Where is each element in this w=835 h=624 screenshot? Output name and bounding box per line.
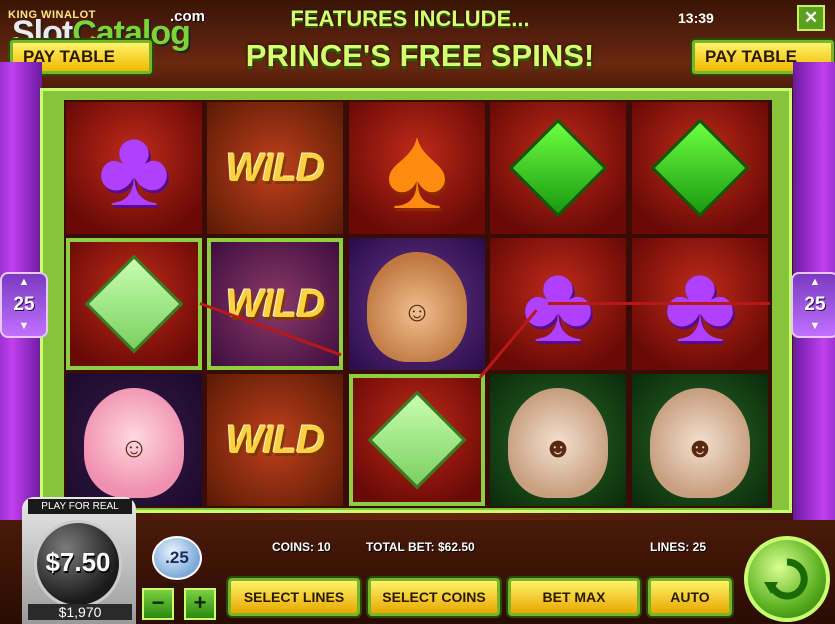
bet-max-button[interactable]: BET MAX: [508, 578, 640, 616]
arrow-down-icon: ▼: [18, 320, 30, 332]
reel4-row1-diamond: [490, 102, 626, 234]
spin-button[interactable]: [744, 536, 830, 622]
wild-symbol: WILD: [225, 417, 325, 462]
arrow-up-icon: ▲: [809, 276, 821, 288]
increase-button[interactable]: +: [184, 588, 216, 620]
arrow-down-icon: ▼: [809, 320, 821, 332]
club-icon: ♣: [97, 106, 171, 229]
lines-count-left: 25: [13, 294, 35, 315]
spade-icon: ♠: [385, 102, 449, 234]
reel1-row2-diamond: [66, 238, 202, 370]
reel2-row3-wild: WILD: [207, 374, 343, 506]
balance: $1,970: [28, 604, 132, 620]
reel2-row1-wild: WILD: [207, 102, 343, 234]
refresh-icon: [764, 558, 808, 600]
wild-symbol: WILD: [225, 145, 325, 190]
feature-banner-line2: PRINCE'S FREE SPINS!: [245, 38, 595, 73]
coin-value-button[interactable]: .25: [152, 536, 202, 580]
bet-value: $7.50: [45, 547, 111, 577]
arrow-up-icon: ▲: [18, 276, 30, 288]
reel3-row1-spade: ♠: [349, 102, 485, 234]
lines-indicator-right: ▲ 25 ▼: [791, 272, 835, 338]
jester-portrait-icon: ☻: [650, 388, 750, 498]
diamond-icon: [367, 390, 467, 490]
play-for-real-button[interactable]: PLAY FOR REAL: [28, 499, 132, 514]
lines-indicator-left: ▲ 25 ▼: [0, 272, 48, 338]
jester-portrait-icon: ☻: [508, 388, 608, 498]
girl-portrait-icon: ☺: [84, 388, 184, 498]
diamond-icon: [650, 118, 750, 218]
reel3-row3-diamond: [349, 374, 485, 506]
reel1-row1-club: ♣: [66, 102, 202, 234]
clock: 13:39: [678, 10, 714, 26]
prince-portrait-icon: ☺: [367, 252, 467, 362]
brand-domain: .com: [170, 8, 206, 25]
diamond-icon: [84, 254, 184, 354]
payline-segment: [548, 302, 770, 305]
select-coins-button[interactable]: SELECT COINS: [368, 578, 500, 616]
auto-button[interactable]: AUTO: [648, 578, 732, 616]
reel2-row2-wild: WILD: [207, 238, 343, 370]
feature-banner-line1: FEATURES INCLUDE...: [290, 6, 530, 31]
reel1-row3-girl: ☺: [66, 374, 202, 506]
reel5-row3-jester: ☻: [632, 374, 768, 506]
total-bet-display: TOTAL BET: $62.50: [366, 540, 475, 554]
decrease-button[interactable]: −: [142, 588, 174, 620]
lines-display: LINES: 25: [650, 540, 707, 554]
select-lines-button[interactable]: SELECT LINES: [228, 578, 360, 616]
coins-display: COINS: 10: [272, 540, 331, 554]
reel5-row1-diamond: [632, 102, 768, 234]
reel4-row3-jester: ☻: [490, 374, 626, 506]
diamond-icon: [508, 118, 608, 218]
close-button[interactable]: ✕: [797, 5, 825, 31]
lines-count-right: 25: [804, 294, 826, 315]
reel3-row2-prince: ☺: [349, 238, 485, 370]
